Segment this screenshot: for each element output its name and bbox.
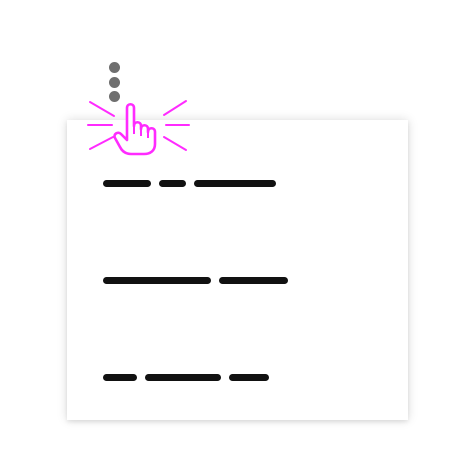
kebab-dot xyxy=(108,62,120,73)
kebab-dot xyxy=(108,76,120,88)
text-placeholder-bar xyxy=(103,276,211,284)
dropdown-menu xyxy=(67,120,408,420)
menu-item[interactable] xyxy=(103,265,296,295)
text-placeholder-bar xyxy=(159,179,186,187)
text-placeholder-bar xyxy=(103,179,151,187)
text-placeholder-bar xyxy=(194,179,276,187)
text-placeholder-bar xyxy=(229,373,269,381)
text-placeholder-bar xyxy=(145,373,221,381)
text-placeholder-bar xyxy=(219,276,288,284)
kebab-dot xyxy=(108,91,120,102)
menu-item[interactable] xyxy=(103,362,277,392)
text-placeholder-bar xyxy=(103,373,137,381)
menu-item[interactable] xyxy=(103,168,284,198)
screen xyxy=(0,0,474,474)
more-options-button[interactable] xyxy=(106,62,122,102)
